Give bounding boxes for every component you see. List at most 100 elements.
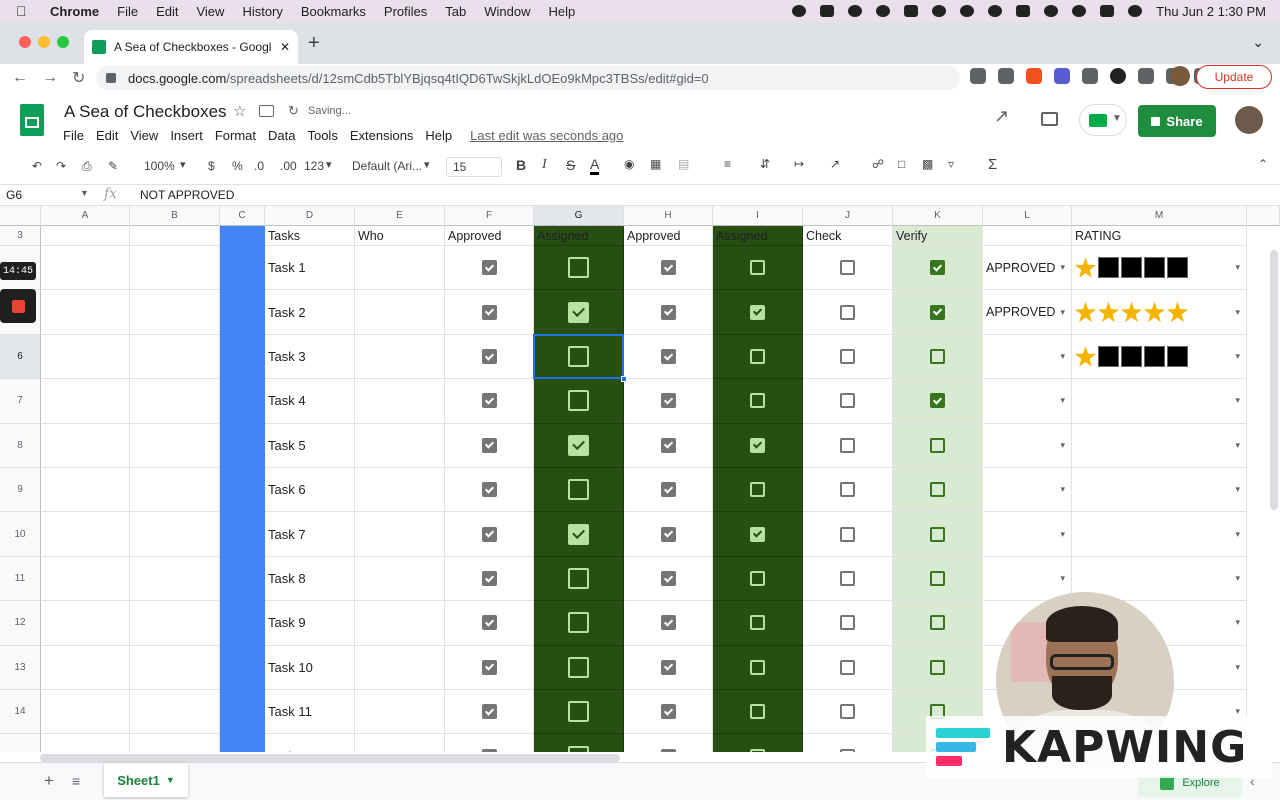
cell-j[interactable] xyxy=(803,290,893,335)
play-icon[interactable] xyxy=(932,5,947,17)
menu-view[interactable]: View xyxy=(196,4,224,19)
cell-b[interactable] xyxy=(130,645,220,690)
column-header-i[interactable]: I xyxy=(713,206,803,226)
checkbox[interactable] xyxy=(481,482,497,498)
cell-g[interactable] xyxy=(534,734,624,752)
status-icon[interactable] xyxy=(792,5,807,17)
row-header[interactable]: 11 xyxy=(0,556,41,602)
cell-l[interactable]: ▾ xyxy=(983,423,1072,468)
extension-icon[interactable] xyxy=(1082,68,1098,84)
add-sheet-button[interactable]: + xyxy=(44,771,54,791)
docs-menu-format[interactable]: Format xyxy=(215,128,256,143)
cell-i[interactable] xyxy=(713,556,803,602)
last-edit-link[interactable]: Last edit was seconds ago xyxy=(470,128,623,143)
cell-c[interactable] xyxy=(220,423,265,468)
checkbox[interactable] xyxy=(568,257,589,279)
cell-g[interactable] xyxy=(534,423,624,468)
checkbox[interactable] xyxy=(568,612,589,634)
merge-cells-icon[interactable]: ▤ xyxy=(678,157,689,171)
cell-m[interactable]: ▾ xyxy=(1072,334,1247,380)
cell-g[interactable] xyxy=(534,645,624,690)
insert-comment-icon[interactable]: □ xyxy=(898,157,905,171)
vertical-scrollbar[interactable] xyxy=(1270,250,1278,510)
checkbox[interactable] xyxy=(481,304,497,320)
cell-c[interactable] xyxy=(220,246,265,291)
cell-e[interactable] xyxy=(355,690,445,735)
rating-stars[interactable] xyxy=(1075,257,1188,279)
checkbox[interactable] xyxy=(481,526,497,542)
sheets-logo-icon[interactable] xyxy=(20,104,44,136)
cell-e[interactable] xyxy=(355,601,445,646)
focus-icon[interactable] xyxy=(988,5,1003,17)
currency-button[interactable]: $ xyxy=(208,159,215,173)
checkbox[interactable] xyxy=(660,526,676,542)
cell-a[interactable] xyxy=(41,645,130,690)
menu-file[interactable]: File xyxy=(117,4,138,19)
cell-c[interactable] xyxy=(220,226,265,246)
column-header-m[interactable]: M xyxy=(1072,206,1247,226)
reload-icon[interactable]: ↻ xyxy=(72,68,85,88)
star-icon[interactable]: ☆ xyxy=(233,102,246,120)
row-header[interactable]: 12 xyxy=(0,601,41,646)
checkbox[interactable] xyxy=(750,704,765,720)
forward-icon[interactable]: → xyxy=(42,69,58,87)
checkbox[interactable] xyxy=(930,482,945,498)
docs-menu-extensions[interactable]: Extensions xyxy=(350,128,414,143)
bluetooth-icon[interactable] xyxy=(960,5,975,17)
menu-profiles[interactable]: Profiles xyxy=(384,4,427,19)
checkbox[interactable] xyxy=(840,304,855,320)
cell-d[interactable]: Task 3 xyxy=(265,334,355,380)
checkbox[interactable] xyxy=(660,304,676,320)
horizontal-align-icon[interactable]: ≡ xyxy=(724,157,731,171)
column-header-k[interactable]: K xyxy=(893,206,983,226)
document-title[interactable]: A Sea of Checkboxes xyxy=(64,102,227,122)
cell-l[interactable]: APPROVED ▾ xyxy=(983,246,1072,291)
cell-h[interactable] xyxy=(624,468,713,513)
vertical-align-icon[interactable]: ⇵ xyxy=(760,157,770,171)
cell-c[interactable] xyxy=(220,645,265,690)
cell-a[interactable] xyxy=(41,246,130,291)
checkbox[interactable] xyxy=(930,260,945,276)
cell-d[interactable]: Task 7 xyxy=(265,512,355,557)
checkbox[interactable] xyxy=(750,748,765,752)
cell-h[interactable] xyxy=(624,690,713,735)
cell-f[interactable] xyxy=(445,246,534,291)
checkbox[interactable] xyxy=(660,659,676,675)
cell-b[interactable] xyxy=(130,734,220,752)
docs-menu-edit[interactable]: Edit xyxy=(96,128,118,143)
move-folder-icon[interactable] xyxy=(259,105,274,117)
rating-stars[interactable] xyxy=(1075,345,1188,367)
cell-m[interactable]: ▾ xyxy=(1072,290,1247,335)
strikethrough-button[interactable]: S xyxy=(566,157,575,173)
cell-i[interactable] xyxy=(713,601,803,646)
wifi-icon[interactable] xyxy=(1044,5,1059,17)
checkbox[interactable] xyxy=(481,570,497,586)
address-bar[interactable]: docs.google.com/spreadsheets/d/12smCdb5T… xyxy=(96,66,960,90)
cell-g[interactable] xyxy=(534,379,624,424)
status-icon[interactable] xyxy=(820,5,835,17)
docs-menu-view[interactable]: View xyxy=(130,128,158,143)
cell-b[interactable] xyxy=(130,290,220,335)
cell-e[interactable]: Who xyxy=(355,226,445,246)
select-all-corner[interactable] xyxy=(0,206,41,226)
cell-k[interactable] xyxy=(893,423,983,468)
cell-a[interactable] xyxy=(41,334,130,380)
checkbox[interactable] xyxy=(750,260,765,276)
insert-link-icon[interactable]: ☍ xyxy=(872,157,884,171)
menu-clock[interactable]: Thu Jun 2 1:30 PM xyxy=(1156,4,1266,19)
cell-e[interactable] xyxy=(355,645,445,690)
cell-g[interactable] xyxy=(534,601,624,646)
decrease-decimal-button[interactable]: .0 xyxy=(254,159,264,173)
menu-tab[interactable]: Tab xyxy=(445,4,466,19)
fill-handle[interactable] xyxy=(621,376,627,383)
italic-button[interactable]: I xyxy=(542,157,547,173)
cell-h[interactable] xyxy=(624,423,713,468)
cell-a[interactable] xyxy=(41,690,130,735)
column-header-a[interactable]: A xyxy=(41,206,130,226)
cell-e[interactable] xyxy=(355,468,445,513)
cell-k[interactable] xyxy=(893,645,983,690)
cell-f[interactable] xyxy=(445,601,534,646)
cell-f[interactable] xyxy=(445,512,534,557)
cell-b[interactable] xyxy=(130,423,220,468)
cell-l[interactable]: ▾ xyxy=(983,556,1072,602)
